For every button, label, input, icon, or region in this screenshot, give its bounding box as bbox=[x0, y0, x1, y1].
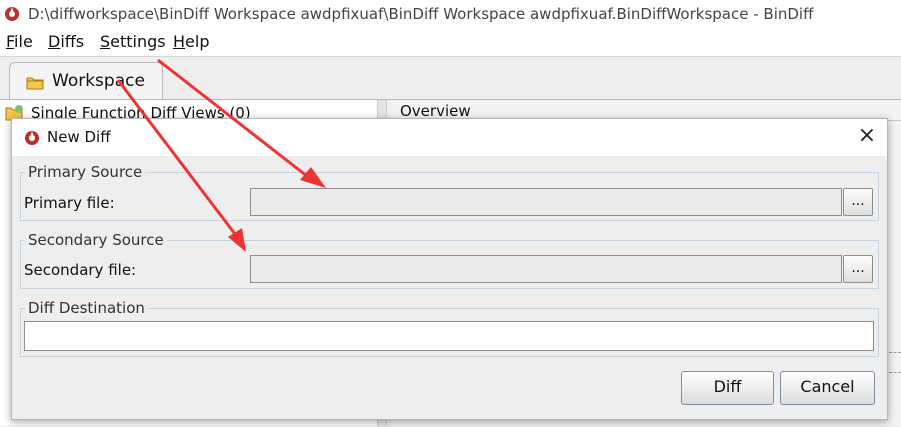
menu-help[interactable]: Help bbox=[173, 32, 209, 51]
diff-button[interactable]: Diff bbox=[681, 371, 774, 405]
tab-workspace[interactable]: Workspace bbox=[9, 62, 163, 101]
window-title: D:\diffworkspace\BinDiff Workspace awdpf… bbox=[28, 5, 814, 23]
cancel-button[interactable]: Cancel bbox=[780, 371, 875, 405]
primary-file-label: Primary file: bbox=[24, 194, 115, 212]
primary-file-input[interactable] bbox=[250, 188, 842, 216]
folder-icon bbox=[26, 77, 44, 90]
secondary-file-label: Secondary file: bbox=[24, 261, 137, 279]
tab-workspace-label: Workspace bbox=[52, 71, 145, 91]
menu-file[interactable]: File bbox=[6, 32, 33, 51]
dialog-title: New Diff bbox=[47, 128, 111, 146]
menu-diffs[interactable]: Diffs bbox=[48, 32, 84, 51]
primary-source-legend: Primary Source bbox=[28, 163, 143, 181]
bindiff-logo-icon bbox=[5, 7, 19, 21]
new-diff-dialog: New Diff × Primary Source Primary file: … bbox=[11, 118, 888, 420]
window-titlebar: D:\diffworkspace\BinDiff Workspace awdpf… bbox=[0, 0, 901, 28]
diff-destination-legend: Diff Destination bbox=[28, 299, 145, 317]
close-icon[interactable]: × bbox=[856, 125, 878, 147]
bindiff-logo-icon bbox=[25, 131, 39, 145]
menu-bar: File Diffs Settings Help bbox=[0, 28, 901, 56]
secondary-browse-button[interactable]: ... bbox=[843, 255, 873, 283]
secondary-source-legend: Secondary Source bbox=[28, 231, 164, 249]
menu-settings[interactable]: Settings bbox=[100, 32, 166, 51]
dialog-titlebar: New Diff × bbox=[12, 119, 887, 156]
secondary-file-input[interactable] bbox=[250, 255, 842, 283]
primary-browse-button[interactable]: ... bbox=[843, 188, 873, 216]
diff-destination-input[interactable] bbox=[24, 321, 874, 351]
